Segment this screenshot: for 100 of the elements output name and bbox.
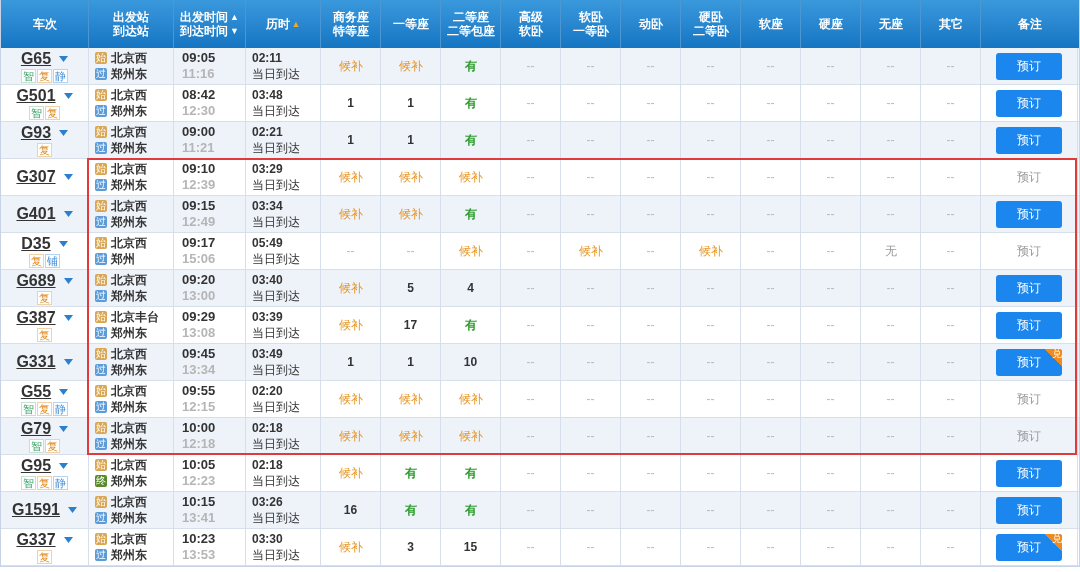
seat-availability: 3 bbox=[407, 540, 414, 554]
arrival-time: 12:49 bbox=[182, 214, 216, 230]
seat-availability: -- bbox=[646, 540, 655, 554]
seat-availability: -- bbox=[946, 170, 955, 184]
train-number-link[interactable]: G79 bbox=[20, 419, 52, 438]
seat-availability: -- bbox=[766, 59, 775, 73]
seat-availability: 候补 bbox=[338, 57, 363, 75]
train-number-link[interactable]: D35 bbox=[21, 234, 51, 253]
duration: 02:18 bbox=[252, 457, 283, 473]
sort-arrow[interactable]: ▲ bbox=[291, 19, 301, 29]
caret-icon[interactable] bbox=[63, 92, 73, 99]
seat-availability: -- bbox=[526, 466, 535, 480]
book-button[interactable]: 预订 bbox=[996, 52, 1062, 80]
arrival-time: 15:06 bbox=[182, 251, 216, 267]
station-type-icon: 过 bbox=[95, 253, 107, 265]
train-number-link[interactable]: G95 bbox=[20, 456, 52, 475]
caret-icon[interactable] bbox=[59, 129, 69, 136]
seat-availability: -- bbox=[586, 133, 595, 147]
train-number-link[interactable]: G331 bbox=[16, 353, 56, 371]
book-button[interactable]: 预订 兑 bbox=[996, 348, 1062, 376]
departure-time: 10:15 bbox=[182, 494, 216, 510]
seat-availability: 有 bbox=[464, 94, 477, 112]
book-button[interactable]: 预订 bbox=[996, 274, 1062, 302]
column-header: 二等包座 bbox=[446, 24, 495, 38]
seat-availability: -- bbox=[766, 318, 775, 332]
train-number-link[interactable]: G401 bbox=[16, 205, 56, 223]
caret-icon[interactable] bbox=[59, 388, 69, 395]
train-number-link[interactable]: G307 bbox=[16, 168, 56, 186]
seat-availability: -- bbox=[586, 281, 595, 295]
arrival-time: 11:16 bbox=[182, 66, 215, 82]
book-button[interactable]: 预订 兑 bbox=[996, 533, 1062, 561]
train-tag: 静 bbox=[53, 68, 68, 83]
station-name: 郑州东 bbox=[111, 324, 147, 342]
caret-icon[interactable] bbox=[58, 240, 68, 247]
seat-availability: 有 bbox=[464, 205, 477, 223]
seat-availability: -- bbox=[826, 170, 835, 184]
caret-icon[interactable] bbox=[59, 462, 69, 469]
seat-availability: -- bbox=[706, 133, 715, 147]
station-name: 郑州东 bbox=[111, 65, 147, 83]
station-name: 北京西 bbox=[111, 86, 147, 104]
seat-availability: -- bbox=[886, 59, 895, 73]
book-button[interactable]: 预订 bbox=[996, 496, 1062, 524]
column-header: 一等卧 bbox=[572, 24, 609, 38]
caret-icon[interactable] bbox=[63, 536, 73, 543]
train-number-link[interactable]: G337 bbox=[16, 530, 56, 549]
station-name: 郑州东 bbox=[111, 287, 147, 305]
train-number-link[interactable]: G65 bbox=[20, 49, 52, 68]
seat-availability: 候补 bbox=[458, 168, 483, 186]
station-type-icon: 始 bbox=[95, 496, 107, 508]
seat-availability: -- bbox=[646, 133, 655, 147]
seat-availability: 候补 bbox=[398, 168, 423, 186]
seat-availability: -- bbox=[706, 355, 715, 369]
arrival-day: 当日到达 bbox=[252, 288, 300, 304]
sort-arrow[interactable]: ▲ bbox=[230, 12, 239, 22]
station-name: 北京西 bbox=[111, 530, 147, 548]
seat-availability: -- bbox=[766, 429, 775, 443]
seat-availability: -- bbox=[766, 170, 775, 184]
caret-icon[interactable] bbox=[63, 277, 73, 284]
station-name: 北京西 bbox=[111, 160, 147, 178]
arrival-day: 当日到达 bbox=[252, 399, 300, 415]
train-number-link[interactable]: G55 bbox=[20, 382, 52, 401]
seat-availability: -- bbox=[586, 318, 595, 332]
arrival-time: 12:15 bbox=[182, 399, 216, 415]
book-button[interactable]: 预订 bbox=[996, 459, 1062, 487]
caret-icon[interactable] bbox=[63, 359, 73, 365]
train-tag: 复 bbox=[37, 401, 52, 416]
column-header: 无座 bbox=[878, 17, 903, 31]
book-button[interactable]: 预订 bbox=[996, 200, 1062, 228]
train-number-link[interactable]: G387 bbox=[16, 308, 56, 327]
column-header: 商务座 bbox=[332, 10, 369, 24]
departure-time: 09:17 bbox=[182, 235, 216, 251]
sort-arrow[interactable]: ▼ bbox=[230, 26, 239, 36]
departure-time: 10:05 bbox=[182, 457, 216, 473]
train-number-link[interactable]: G689 bbox=[16, 271, 56, 290]
caret-icon[interactable] bbox=[63, 314, 73, 321]
book-button[interactable]: 预订 bbox=[996, 311, 1062, 339]
station-type-icon: 始 bbox=[95, 163, 107, 175]
seat-availability: -- bbox=[766, 392, 775, 406]
caret-icon[interactable] bbox=[68, 507, 77, 513]
caret-icon[interactable] bbox=[59, 55, 69, 62]
column-header: 二等卧 bbox=[692, 24, 729, 38]
station-type-icon: 过 bbox=[95, 364, 107, 376]
train-number-link[interactable]: G1591 bbox=[11, 501, 60, 519]
seat-availability: -- bbox=[526, 170, 535, 184]
departure-time: 09:05 bbox=[182, 50, 216, 66]
seat-availability: 17 bbox=[403, 318, 418, 332]
arrival-time: 13:41 bbox=[182, 510, 216, 526]
seat-availability: 候补 bbox=[338, 538, 363, 556]
arrival-time: 12:39 bbox=[182, 177, 216, 193]
seat-availability: -- bbox=[586, 207, 595, 221]
station-name: 北京西 bbox=[111, 345, 147, 363]
train-number-link[interactable]: G93 bbox=[20, 123, 52, 142]
book-button[interactable]: 预订 bbox=[996, 89, 1062, 117]
book-button[interactable]: 预订 bbox=[996, 126, 1062, 154]
train-number-link[interactable]: G501 bbox=[16, 86, 56, 105]
seat-availability: 1 bbox=[407, 96, 414, 110]
caret-icon[interactable] bbox=[59, 425, 69, 432]
column-header: 车次 bbox=[32, 17, 57, 31]
caret-icon[interactable] bbox=[63, 211, 73, 217]
caret-icon[interactable] bbox=[63, 174, 73, 180]
